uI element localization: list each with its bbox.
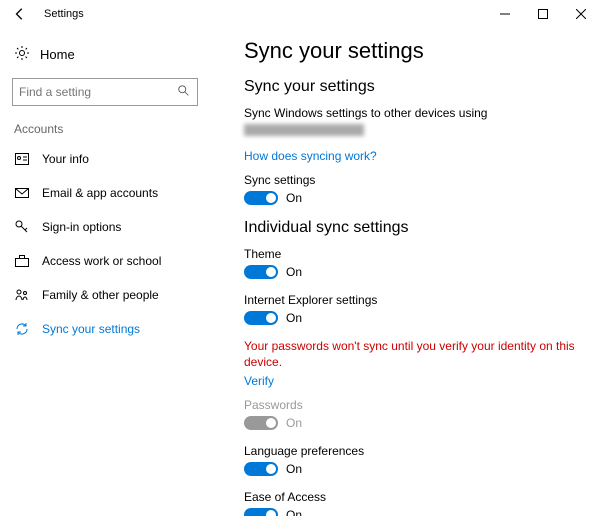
redacted-account — [244, 124, 364, 136]
people-icon — [14, 289, 30, 301]
ie-label: Internet Explorer settings — [244, 293, 576, 307]
search-input[interactable] — [19, 85, 177, 99]
page-title: Sync your settings — [244, 38, 576, 64]
sidebar-item-your-info[interactable]: Your info — [0, 142, 210, 176]
sidebar-item-work[interactable]: Access work or school — [0, 244, 210, 278]
sidebar-item-label: Sign-in options — [42, 220, 121, 234]
sync-description: Sync Windows settings to other devices u… — [244, 106, 576, 120]
ie-toggle[interactable] — [244, 311, 278, 325]
home-label: Home — [40, 47, 75, 62]
toggle-state: On — [286, 191, 302, 205]
theme-label: Theme — [244, 247, 576, 261]
sidebar-item-sync[interactable]: Sync your settings — [0, 312, 210, 346]
sidebar-item-label: Access work or school — [42, 254, 161, 268]
toggle-state: On — [286, 462, 302, 476]
language-label: Language preferences — [244, 444, 576, 458]
password-warning: Your passwords won't sync until you veri… — [244, 339, 576, 370]
sidebar-item-label: Sync your settings — [42, 322, 140, 336]
category-label: Accounts — [0, 114, 210, 142]
theme-toggle[interactable] — [244, 265, 278, 279]
main-content: Sync your settings Sync your settings Sy… — [210, 28, 600, 516]
ease-label: Ease of Access — [244, 490, 576, 504]
section-heading: Individual sync settings — [244, 219, 576, 237]
toggle-state: On — [286, 265, 302, 279]
gear-icon — [14, 45, 30, 64]
sidebar-item-label: Your info — [42, 152, 89, 166]
briefcase-icon — [14, 255, 30, 267]
id-card-icon — [14, 153, 30, 165]
sidebar-item-label: Email & app accounts — [42, 186, 158, 200]
sync-settings-label: Sync settings — [244, 173, 576, 187]
verify-link[interactable]: Verify — [244, 374, 274, 388]
how-syncing-link[interactable]: How does syncing work? — [244, 149, 377, 163]
sidebar-item-signin[interactable]: Sign-in options — [0, 210, 210, 244]
maximize-button[interactable] — [524, 0, 562, 28]
minimize-button[interactable] — [486, 0, 524, 28]
sync-icon — [14, 322, 30, 336]
ease-toggle[interactable] — [244, 508, 278, 516]
toggle-state: On — [286, 508, 302, 516]
mail-icon — [14, 187, 30, 199]
language-toggle[interactable] — [244, 462, 278, 476]
home-nav[interactable]: Home — [0, 36, 210, 72]
sidebar-item-label: Family & other people — [42, 288, 159, 302]
toggle-state: On — [286, 416, 302, 430]
search-icon — [177, 84, 191, 101]
sidebar: Home Accounts Your info Email & app acco… — [0, 28, 210, 516]
close-button[interactable] — [562, 0, 600, 28]
toggle-state: On — [286, 311, 302, 325]
sync-settings-toggle[interactable] — [244, 191, 278, 205]
sidebar-item-family[interactable]: Family & other people — [0, 278, 210, 312]
title-bar: Settings — [0, 0, 600, 28]
section-heading: Sync your settings — [244, 78, 576, 96]
passwords-toggle — [244, 416, 278, 430]
window-title: Settings — [44, 8, 84, 20]
back-button[interactable] — [0, 0, 40, 28]
sidebar-item-email[interactable]: Email & app accounts — [0, 176, 210, 210]
key-icon — [14, 220, 30, 234]
passwords-label: Passwords — [244, 398, 576, 412]
search-box[interactable] — [12, 78, 198, 106]
